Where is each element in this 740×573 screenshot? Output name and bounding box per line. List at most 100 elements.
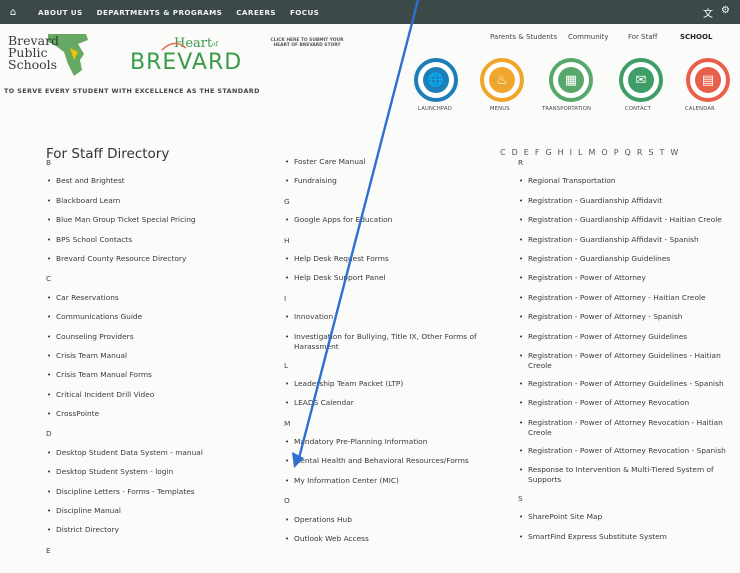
directory-link[interactable]: Outlook Web Access	[284, 534, 494, 553]
gear-icon[interactable]: ⚙	[721, 5, 730, 20]
directory-link[interactable]: Operations Hub	[284, 515, 494, 534]
alphabet-letter-l[interactable]: L	[578, 148, 583, 157]
top-nav-bar: ⌂ ABOUT US DEPARTMENTS & PROGRAMS CAREER…	[0, 0, 740, 24]
bus-icon: ▦	[558, 67, 584, 93]
directory-link[interactable]: Crisis Team Manual Forms	[46, 370, 246, 389]
translate-icon[interactable]: 文	[703, 5, 713, 20]
directory-link[interactable]: Car Reservations	[46, 293, 246, 312]
directory-link[interactable]: Fundraising	[284, 176, 494, 195]
directory-link[interactable]: SharePoint Site Map	[518, 512, 740, 531]
nav-departments-programs[interactable]: DEPARTMENTS & PROGRAMS	[97, 8, 223, 17]
alphabet-letter-c[interactable]: C	[500, 148, 507, 157]
directory-link[interactable]: Registration - Power of Attorney - Haiti…	[518, 293, 740, 312]
alphabet-letter-o[interactable]: O	[601, 148, 608, 157]
section-letter: S	[518, 494, 523, 504]
directory-column-1: B Best and BrightestBlackboard LearnBlue …	[46, 157, 246, 564]
section-letter: C	[46, 274, 52, 284]
directory-link[interactable]: Registration - Power of Attorney Guideli…	[518, 332, 740, 351]
directory-link[interactable]: Response to Intervention & Multi-Tiered …	[518, 465, 740, 493]
directory-link[interactable]: Mental Health and Behavioral Resources/F…	[284, 456, 494, 475]
directory-link[interactable]: Counseling Providers	[46, 332, 246, 351]
bps-logo-text: Brevard Public Schools	[8, 34, 59, 71]
directory-link[interactable]: Blackboard Learn	[46, 196, 246, 215]
directory-link[interactable]: My Information Center (MIC)	[284, 476, 494, 495]
calendar-button[interactable]: ▤	[686, 58, 730, 102]
directory-link[interactable]: Communications Guide	[46, 312, 246, 331]
directory-link[interactable]: Registration - Guardianship Affidavit - …	[518, 235, 740, 254]
alphabet-letter-w[interactable]: W	[670, 148, 679, 157]
heart-logo-of-word: of	[212, 41, 219, 48]
nav-right-icons: 文 ⚙	[703, 5, 730, 20]
nav-about-us[interactable]: ABOUT US	[38, 8, 83, 17]
directory-link[interactable]: Registration - Power of Attorney	[518, 273, 740, 292]
menus-button[interactable]: ♨	[480, 58, 524, 102]
directory-link[interactable]: District Directory	[46, 525, 246, 544]
alphabet-index: CDEFGHILMOPQRSTW	[500, 148, 679, 157]
contact-button[interactable]: ✉	[619, 58, 663, 102]
globe-icon: 🌐	[423, 67, 449, 93]
directory-link[interactable]: Google Apps for Education	[284, 215, 494, 234]
directory-link[interactable]: Registration - Guardianship Affidavit	[518, 196, 740, 215]
link-community[interactable]: Community	[568, 33, 628, 41]
fork-knife-icon: ♨	[489, 67, 515, 93]
directory-link[interactable]: Registration - Guardianship Guidelines	[518, 254, 740, 273]
heart-logo-brevard-word: BREVARD	[130, 50, 242, 74]
directory-link[interactable]: Registration - Guardianship Affidavit - …	[518, 215, 740, 234]
directory-link[interactable]: Discipline Letters - Forms - Templates	[46, 487, 246, 506]
directory-link[interactable]: Registration - Power of Attorney Guideli…	[518, 351, 740, 379]
directory-link[interactable]: Registration - Power of Attorney Revocat…	[518, 446, 740, 465]
directory-column-2: Foster Care ManualFundraisingG Google App…	[284, 157, 494, 553]
alphabet-letter-e[interactable]: E	[524, 148, 530, 157]
alphabet-letter-f[interactable]: F	[535, 148, 541, 157]
directory-link[interactable]: BPS School Contacts	[46, 235, 246, 254]
launchpad-button[interactable]: 🌐	[414, 58, 458, 102]
directory-link[interactable]: Crisis Team Manual	[46, 351, 246, 370]
alphabet-letter-t[interactable]: T	[659, 148, 665, 157]
directory-link[interactable]: Innovation	[284, 312, 494, 331]
directory-link[interactable]: Registration - Power of Attorney Revocat…	[518, 398, 740, 417]
alphabet-letter-p[interactable]: P	[614, 148, 620, 157]
contact-label: CONTACT	[625, 106, 651, 112]
directory-link[interactable]: Discipline Manual	[46, 506, 246, 525]
link-for-staff[interactable]: For Staff	[628, 33, 680, 41]
directory-link[interactable]: Regional Transportation	[518, 176, 740, 195]
directory-link[interactable]: Mandatory Pre-Planning Information	[284, 437, 494, 456]
directory-link[interactable]: Critical Incident Drill Video	[46, 390, 246, 409]
directory-link[interactable]: Desktop Student System - login	[46, 467, 246, 486]
home-icon[interactable]: ⌂	[2, 7, 24, 18]
section-letter: D	[46, 429, 52, 439]
link-schools[interactable]: SCHOOL	[680, 33, 712, 41]
directory-link[interactable]: Registration - Power of Attorney Guideli…	[518, 379, 740, 398]
directory-link[interactable]: Leadership Team Packet (LTP)	[284, 379, 494, 398]
heart-of-brevard-logo[interactable]: Heart of BREVARD	[128, 34, 248, 74]
click-here-story-link[interactable]: CLICK HERE TO SUBMIT YOUR HEART OF BREVA…	[262, 38, 352, 48]
nav-careers[interactable]: CAREERS	[236, 8, 276, 17]
directory-link[interactable]: Blue Man Group Ticket Special Pricing	[46, 215, 246, 234]
section-letter: E	[46, 545, 51, 555]
directory-link[interactable]: Help Desk Support Panel	[284, 273, 494, 292]
directory-link[interactable]: Foster Care Manual	[284, 157, 494, 176]
alphabet-letter-g[interactable]: G	[545, 148, 552, 157]
alphabet-letter-h[interactable]: H	[558, 148, 565, 157]
directory-link[interactable]: SmartFind Express Substitute System	[518, 532, 740, 551]
directory-link[interactable]: Investigation for Bullying, Title IX, Ot…	[284, 332, 494, 360]
directory-link[interactable]: Registration - Power of Attorney Revocat…	[518, 418, 740, 446]
directory-link[interactable]: CrossPointe	[46, 409, 246, 428]
alphabet-letter-q[interactable]: Q	[625, 148, 632, 157]
directory-link[interactable]: Best and Brightest	[46, 176, 246, 195]
directory-link[interactable]: Desktop Student Data System - manual	[46, 448, 246, 467]
transportation-button[interactable]: ▦	[549, 58, 593, 102]
section-letter: G	[284, 196, 290, 206]
nav-focus[interactable]: FOCUS	[290, 8, 319, 17]
alphabet-letter-r[interactable]: R	[637, 148, 644, 157]
alphabet-letter-i[interactable]: I	[570, 148, 573, 157]
alphabet-letter-m[interactable]: M	[588, 148, 596, 157]
link-parents-students[interactable]: Parents & Students	[490, 33, 568, 41]
calendar-icon: ▤	[695, 67, 721, 93]
alphabet-letter-s[interactable]: S	[648, 148, 654, 157]
directory-link[interactable]: Registration - Power of Attorney - Spani…	[518, 312, 740, 331]
directory-link[interactable]: Help Desk Request Forms	[284, 254, 494, 273]
directory-link[interactable]: Brevard County Resource Directory	[46, 254, 246, 273]
directory-link[interactable]: LEADS Calendar	[284, 398, 494, 417]
alphabet-letter-d[interactable]: D	[512, 148, 519, 157]
